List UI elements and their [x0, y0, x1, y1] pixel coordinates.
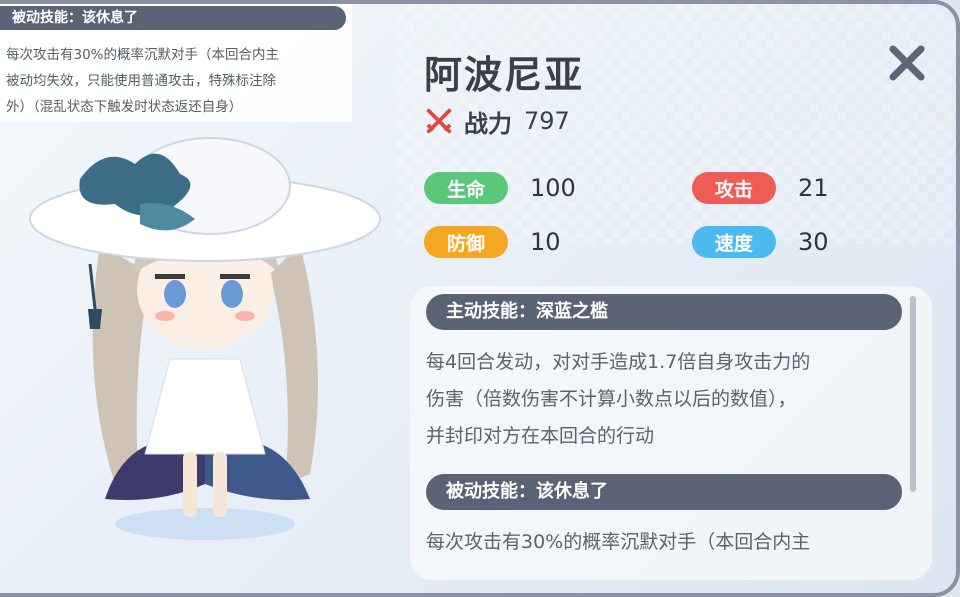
leg-left [183, 452, 197, 517]
passive-skill-title: 被动技能：该休息了 [426, 474, 902, 510]
tooltip-line: 每次攻击有30%的概率沉默对手（本回合内主 [6, 47, 280, 63]
tooltip-description: 每次攻击有30%的概率沉默对手（本回合内主 被动均失效，只能使用普通攻击，特殊标… [6, 42, 346, 120]
stat-defense-value: 10 [530, 228, 561, 256]
active-skill-description: 每4回合发动，对对手造成1.7倍自身攻击力的 伤害（倍数伤害不计算小数点以后的数… [426, 344, 902, 455]
combat-power: 战力 797 [424, 105, 570, 138]
close-button[interactable] [884, 40, 930, 86]
tooltip-line: 被动均失效，只能使用普通攻击，特殊标注除 [6, 73, 276, 89]
skill-line: 并封印对方在本回合的行动 [426, 425, 655, 447]
stat-attack-value: 21 [798, 174, 829, 202]
blush-right [235, 311, 255, 321]
active-skill-title: 主动技能：深蓝之槛 [426, 294, 902, 330]
character-card: 被动技能：该休息了 每次攻击有30%的概率沉默对手（本回合内主 被动均失效，只能… [0, 0, 960, 597]
close-icon [889, 45, 925, 81]
brow-right [220, 274, 250, 279]
panel-scrollbar[interactable] [910, 296, 916, 492]
ground-shadow [115, 508, 295, 540]
stat-attack: 攻击 21 [692, 171, 829, 205]
skill-line: 每次攻击有30%的概率沉默对手（本回合内主 [426, 531, 811, 553]
stat-speed: 速度 30 [692, 225, 829, 259]
stat-hp: 生命 100 [424, 171, 576, 205]
skill-line: 每4回合发动，对对手造成1.7倍自身攻击力的 [426, 351, 811, 373]
power-value: 797 [524, 107, 570, 135]
stat-defense-label: 防御 [424, 226, 508, 258]
character-name: 阿波尼亚 [424, 53, 585, 97]
stat-hp-label: 生命 [424, 172, 508, 204]
skill-line: 伤害（倍数伤害不计算小数点以后的数值）， [426, 388, 797, 410]
tooltip-line: 外）（混乱状态下触发时状态返还自身） [6, 99, 243, 115]
character-portrait [29, 137, 381, 540]
skill-tooltip: 被动技能：该休息了 每次攻击有30%的概率沉默对手（本回合内主 被动均失效，只能… [0, 4, 352, 122]
tooltip-title: 被动技能：该休息了 [0, 6, 346, 30]
eye-left [164, 280, 186, 308]
brow-left [155, 274, 185, 279]
stat-speed-label: 速度 [692, 226, 776, 258]
crossed-swords-icon [426, 108, 452, 134]
stat-hp-value: 100 [530, 174, 576, 202]
hair-back-right [270, 244, 318, 484]
stat-defense: 防御 10 [424, 225, 561, 259]
eye-right [221, 280, 243, 308]
skills-panel[interactable]: 主动技能：深蓝之槛 每4回合发动，对对手造成1.7倍自身攻击力的 伤害（倍数伤害… [410, 286, 932, 580]
dress [144, 358, 266, 455]
blush-left [155, 311, 175, 321]
passive-skill-description: 每次攻击有30%的概率沉默对手（本回合内主 [426, 524, 902, 561]
leg-right [213, 452, 227, 517]
stat-speed-value: 30 [798, 228, 829, 256]
stat-attack-label: 攻击 [692, 172, 776, 204]
power-label: 战力 [464, 109, 512, 138]
tassel [88, 309, 102, 329]
